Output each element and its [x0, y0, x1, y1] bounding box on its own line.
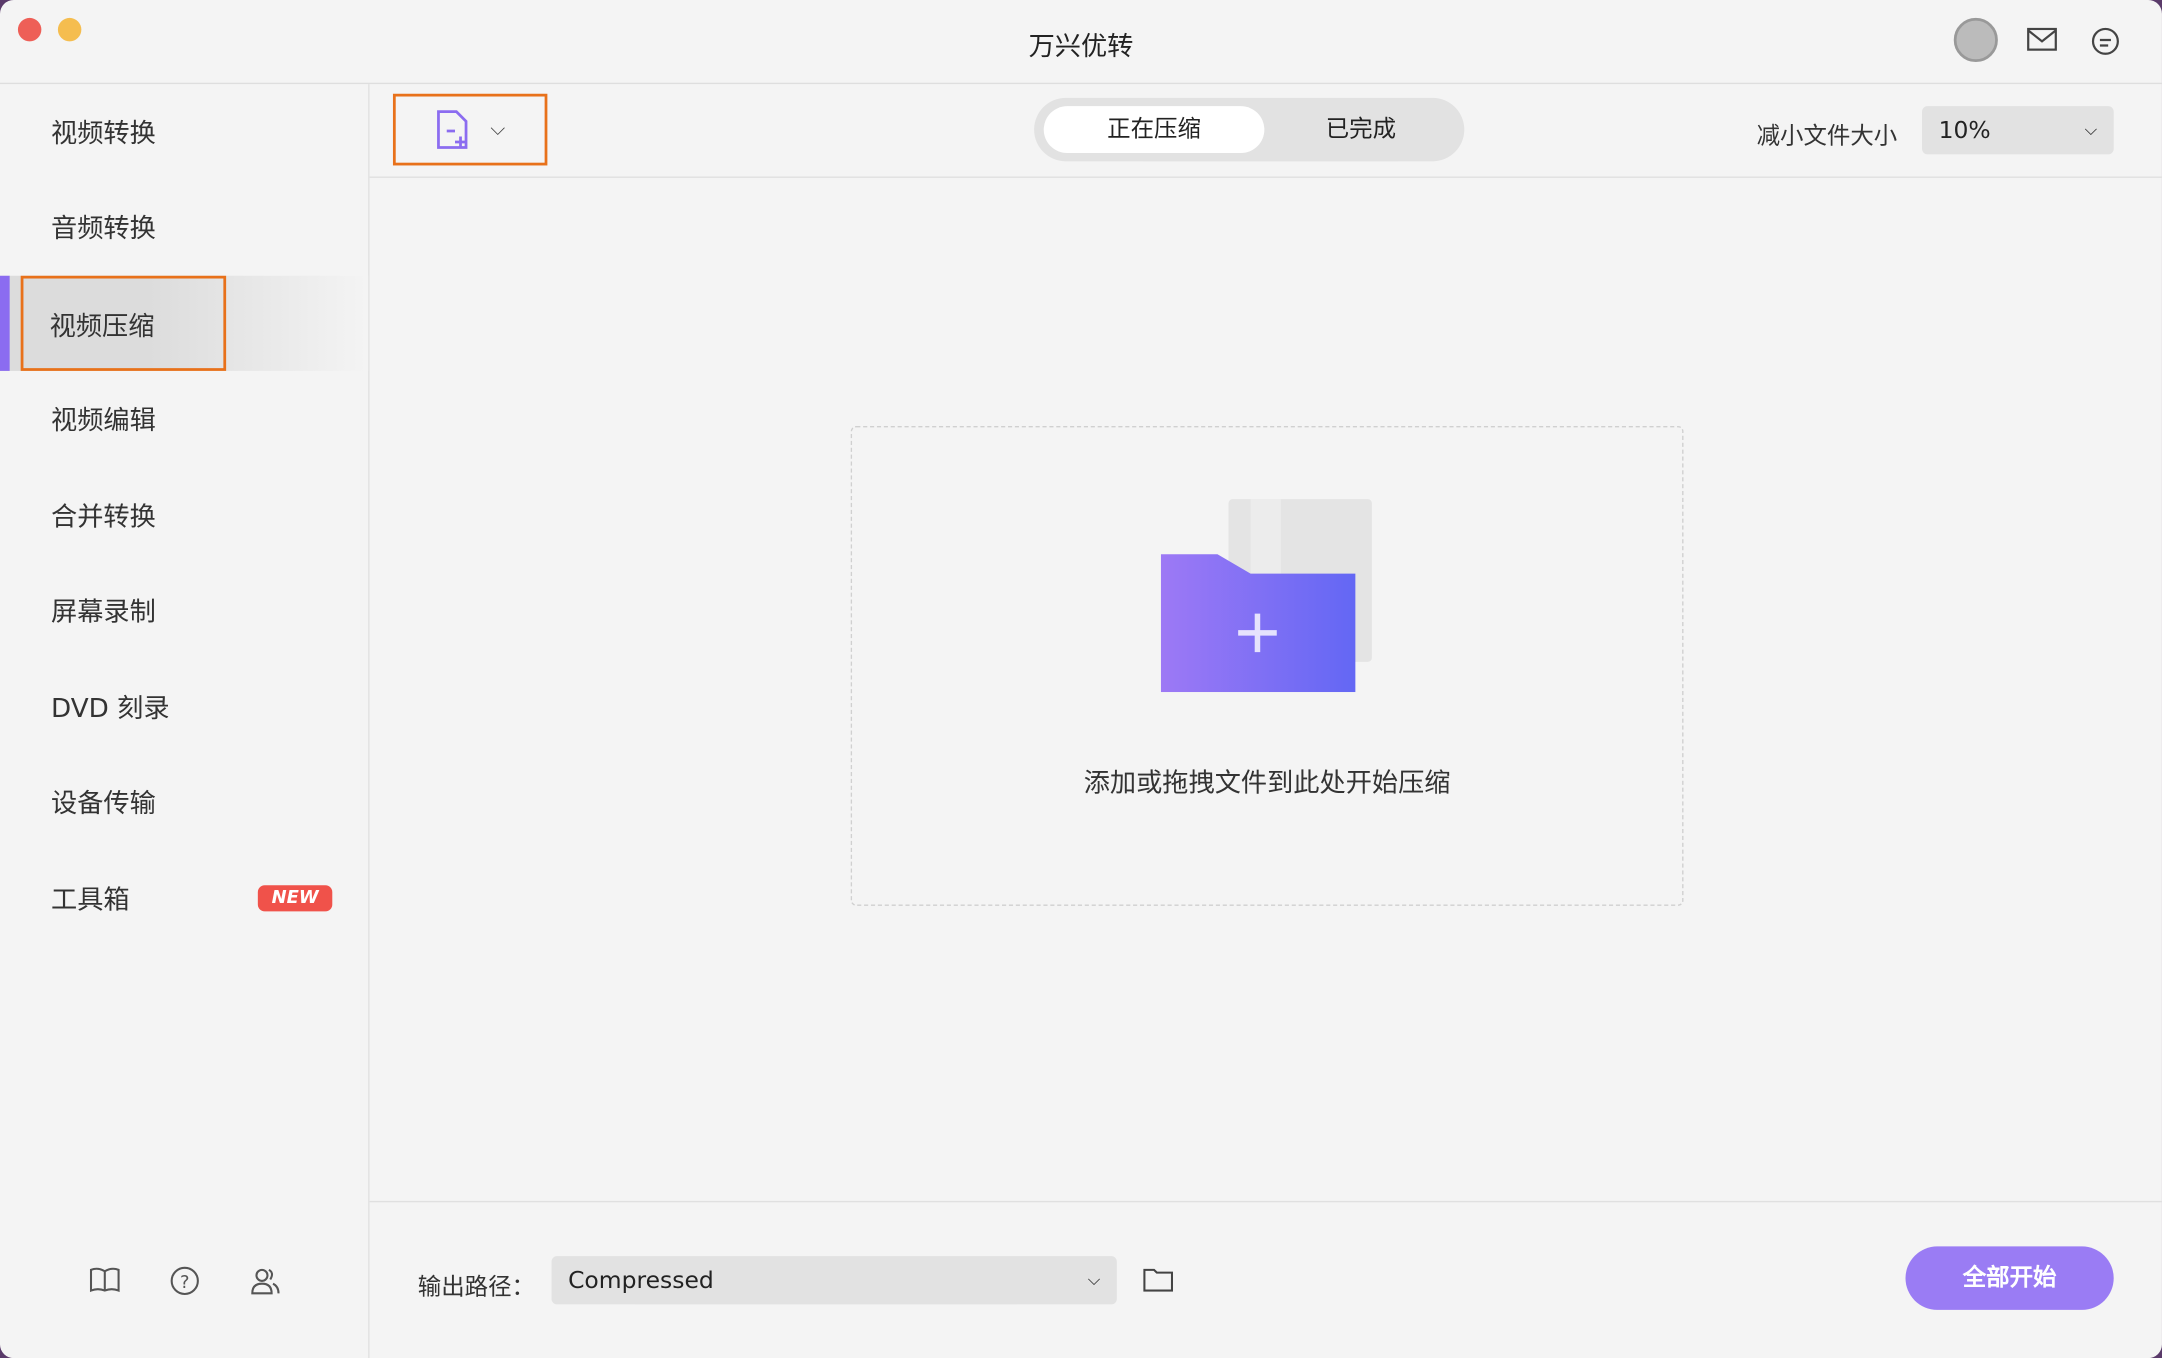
community-icon[interactable]: [250, 1266, 280, 1296]
toolbar: ⌵ 正在压缩 已完成 减小文件大小 10% ⌵: [370, 84, 2162, 178]
add-file-button[interactable]: ⌵: [393, 94, 547, 166]
sidebar-item-merge[interactable]: 合并转换: [0, 467, 368, 562]
sidebar-item-screen-record[interactable]: 屏幕录制: [0, 563, 368, 658]
label: 工具箱: [51, 880, 130, 917]
chevron-down-icon: ⌵: [490, 119, 505, 141]
tab-compressing[interactable]: 正在压缩: [1044, 106, 1265, 153]
new-badge: NEW: [258, 885, 333, 911]
app-title: 万兴优转: [0, 26, 2162, 63]
label: 视频编辑: [51, 400, 156, 437]
mail-icon[interactable]: [2027, 28, 2057, 53]
output-path-value: Compressed: [568, 1266, 714, 1294]
sidebar-item-audio-convert[interactable]: 音频转换: [0, 179, 368, 274]
drop-zone-text: 添加或拖拽文件到此处开始压缩: [852, 762, 1682, 799]
chevron-down-icon: ⌵: [2085, 120, 2098, 141]
help-icon[interactable]: ?: [170, 1266, 200, 1296]
label: 屏幕录制: [51, 592, 156, 629]
sidebar-item-video-compress[interactable]: 视频压缩: [0, 276, 368, 371]
drop-zone[interactable]: 添加或拖拽文件到此处开始压缩: [851, 426, 1684, 906]
reduce-size-value: 10%: [1939, 117, 1991, 145]
add-file-icon: [435, 109, 471, 150]
sidebar-item-video-edit[interactable]: 视频编辑: [0, 371, 368, 466]
guide-book-icon[interactable]: [90, 1266, 120, 1294]
feedback-icon[interactable]: [2090, 26, 2120, 56]
reduce-size-label: 减小文件大小: [1757, 116, 1898, 150]
footer-divider: [370, 1201, 2162, 1202]
main-panel: ⌵ 正在压缩 已完成 减小文件大小 10% ⌵ 添加或拖拽文件到此处开始压缩 输出…: [370, 84, 2162, 1358]
sidebar-item-toolbox[interactable]: 工具箱 NEW: [0, 851, 368, 946]
sidebar-item-video-convert[interactable]: 视频转换: [0, 84, 368, 179]
label: 设备传输: [51, 783, 156, 820]
start-all-button[interactable]: 全部开始: [1906, 1246, 2114, 1309]
reduce-size-select[interactable]: 10% ⌵: [1922, 106, 2114, 154]
label: 视频压缩: [23, 279, 223, 369]
svg-text:?: ?: [180, 1272, 190, 1293]
app-window: 万兴优转 视频转换 音频转换 视频压缩 视频编辑 合并转换 屏幕录制 DVD 刻…: [0, 0, 2162, 1358]
label: 视频转换: [51, 113, 156, 150]
label: DVD 刻录: [51, 688, 170, 725]
chevron-down-icon: ⌵: [1088, 1270, 1101, 1291]
output-path-label: 输出路径：: [418, 1267, 535, 1301]
tab-done[interactable]: 已完成: [1251, 106, 1472, 153]
label: 合并转换: [51, 496, 156, 533]
open-folder-icon[interactable]: [1143, 1267, 1173, 1292]
sidebar-item-dvd-burn[interactable]: DVD 刻录: [0, 659, 368, 754]
status-segmented-control: 正在压缩 已完成: [1034, 98, 1464, 161]
output-path-select[interactable]: Compressed ⌵: [552, 1256, 1117, 1304]
account-avatar-icon[interactable]: [1954, 18, 1998, 62]
sidebar-item-device-transfer[interactable]: 设备传输: [0, 754, 368, 849]
sidebar: 视频转换 音频转换 视频压缩 视频编辑 合并转换 屏幕录制 DVD 刻录 设备传…: [0, 84, 370, 1358]
add-folder-icon: [1160, 496, 1375, 692]
label: 音频转换: [51, 208, 156, 245]
title-bar: 万兴优转: [0, 0, 2162, 84]
